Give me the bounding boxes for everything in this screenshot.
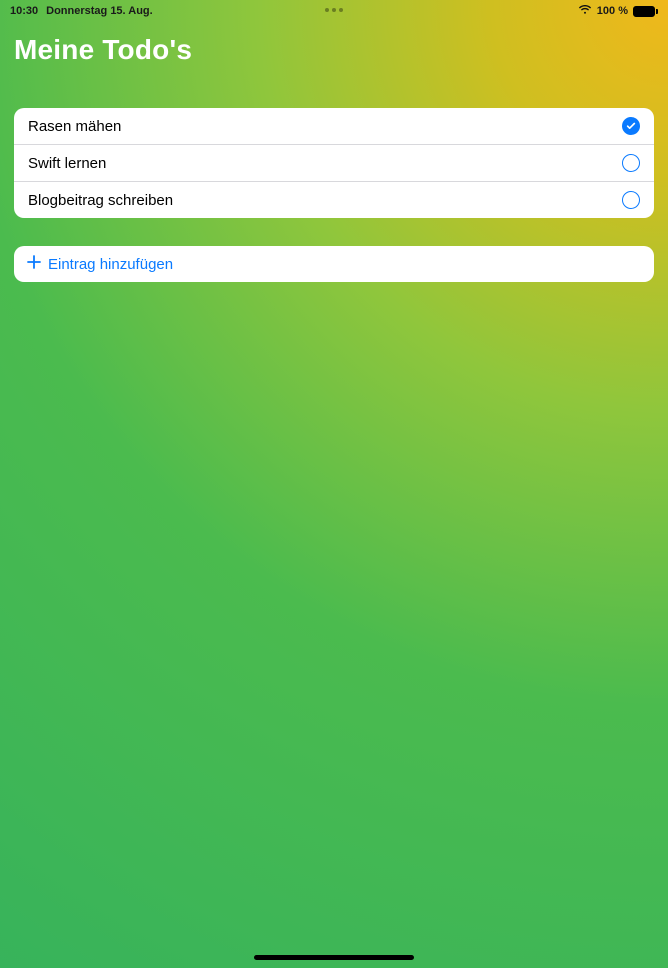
status-time: 10:30 xyxy=(10,5,38,17)
page-title: Meine Todo's xyxy=(0,20,668,72)
status-battery-text: 100 % xyxy=(597,5,628,17)
content-area: Rasen mähen Swift lernen Blogbeitrag sch… xyxy=(0,108,668,282)
circle-icon[interactable] xyxy=(622,191,640,209)
add-entry-label: Eintrag hinzufügen xyxy=(48,256,173,273)
plus-icon xyxy=(26,254,42,274)
list-item[interactable]: Rasen mähen xyxy=(14,108,654,144)
todo-list: Rasen mähen Swift lernen Blogbeitrag sch… xyxy=(14,108,654,218)
circle-icon[interactable] xyxy=(622,154,640,172)
todo-label: Rasen mähen xyxy=(28,118,622,135)
add-entry-button[interactable]: Eintrag hinzufügen xyxy=(14,246,654,282)
status-left: 10:30 Donnerstag 15. Aug. xyxy=(10,5,153,17)
wifi-icon xyxy=(578,5,592,18)
multitask-dots-icon[interactable] xyxy=(325,8,343,12)
home-indicator[interactable] xyxy=(254,955,414,960)
checkmark-circle-icon[interactable] xyxy=(622,117,640,135)
status-bar: 10:30 Donnerstag 15. Aug. 100 % xyxy=(0,0,668,20)
todo-label: Swift lernen xyxy=(28,155,622,172)
battery-icon xyxy=(633,6,658,17)
status-date: Donnerstag 15. Aug. xyxy=(46,5,153,17)
list-item[interactable]: Blogbeitrag schreiben xyxy=(14,181,654,218)
todo-label: Blogbeitrag schreiben xyxy=(28,192,622,209)
list-item[interactable]: Swift lernen xyxy=(14,144,654,181)
status-right: 100 % xyxy=(578,5,658,18)
